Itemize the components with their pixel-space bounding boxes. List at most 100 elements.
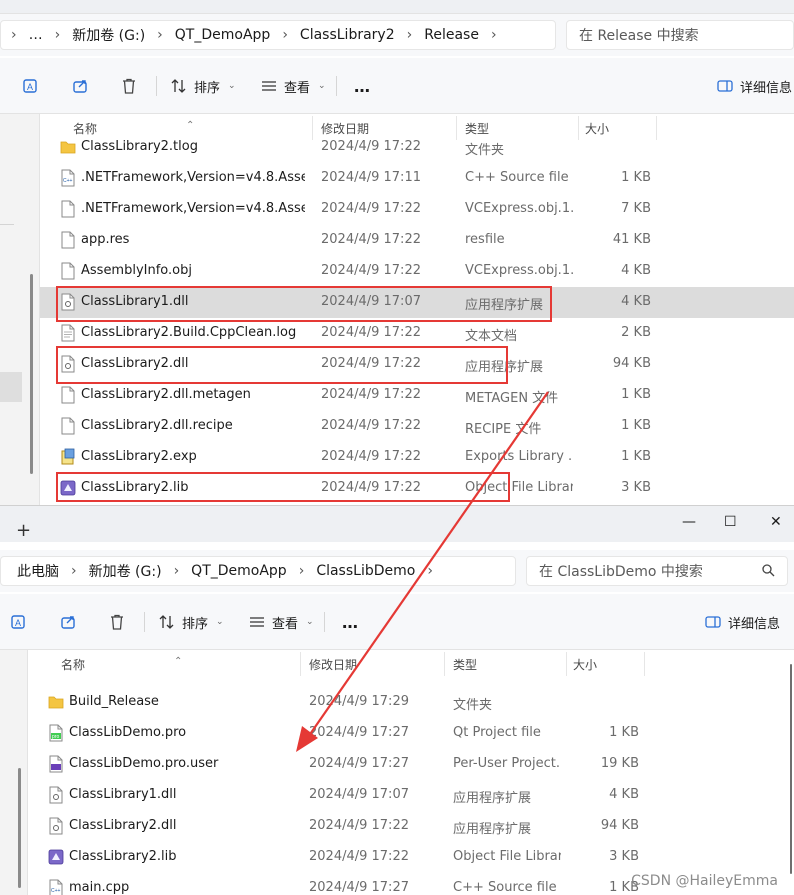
file-type: C++ Source file	[453, 880, 557, 895]
file-row[interactable]: ClassLibrary1.dll 2024/4/9 17:07 应用程序扩展 4 K…	[40, 287, 794, 318]
breadcrumb[interactable]: 此电脑 › 新加卷 (G:) › QT_DemoApp › ClassLibDe…	[0, 556, 516, 586]
file-row[interactable]: app.res 2024/4/9 17:22 resfile 41 KB	[40, 225, 794, 256]
sort-button[interactable]: 排序 ⌄	[170, 74, 236, 98]
rename-button[interactable]: A	[10, 610, 28, 634]
nav-scrollbar[interactable]	[18, 768, 21, 888]
file-type: 文件夹	[465, 143, 505, 158]
file-name: ClassLibrary2.dll.recipe	[81, 418, 233, 433]
file-type: 文本文档	[465, 329, 518, 344]
navigation-pane[interactable]	[0, 114, 40, 505]
breadcrumb[interactable]: › … › 新加卷 (G:) › QT_DemoApp › ClassLibra…	[0, 20, 556, 50]
file-modified: 2024/4/9 17:22	[321, 325, 421, 340]
chevron-right-icon: ›	[11, 27, 17, 43]
text-file-icon	[60, 324, 76, 342]
file-row[interactable]: ClassLibrary2.Build.CppClean.log 2024/4/9…	[40, 318, 794, 349]
file-row[interactable]: ClassLibrary2.tlog 2024/4/9 17:22 文件夹	[40, 132, 794, 163]
file-row[interactable]: Build_Release 2024/4/9 17:29 文件夹	[28, 687, 794, 718]
share-button[interactable]	[60, 610, 78, 634]
svg-text:A: A	[15, 618, 21, 628]
address-bar: › … › 新加卷 (G:) › QT_DemoApp › ClassLibra…	[0, 14, 794, 56]
list-scrollbar[interactable]	[790, 664, 792, 874]
search-input[interactable]: 在 ClassLibDemo 中搜索	[526, 556, 788, 586]
delete-button[interactable]	[120, 74, 138, 98]
column-name[interactable]: 名称	[61, 656, 85, 673]
breadcrumb-drive[interactable]: 新加卷 (G:)	[79, 561, 172, 581]
file-size: 1 KB	[621, 387, 651, 402]
column-divider	[644, 652, 645, 676]
svg-text:pro: pro	[52, 734, 59, 740]
title-strip	[0, 0, 794, 14]
file-row[interactable]: ClassLibDemo.pro.user 2024/4/9 17:27 Per-U…	[28, 749, 794, 780]
navigation-pane[interactable]	[0, 650, 28, 895]
breadcrumb-release[interactable]: Release	[414, 27, 489, 43]
file-modified: 2024/4/9 17:11	[321, 170, 421, 185]
file-row[interactable]: AssemblyInfo.obj 2024/4/9 17:22 VCExpress.…	[40, 256, 794, 287]
file-list: 名称 ⌃ 修改日期 类型 大小 ClassLibrary2.tlog 2024/4…	[40, 114, 794, 505]
file-row[interactable]: ClassLibrary2.dll 2024/4/9 17:22 应用程序扩展 94 …	[40, 349, 794, 380]
file-modified: 2024/4/9 17:22	[321, 418, 421, 433]
lib-file-icon	[48, 848, 64, 866]
minimize-button[interactable]: —	[682, 514, 696, 530]
breadcrumb-overflow[interactable]: …	[19, 27, 53, 43]
command-bar: A 排序 ⌄ 查看 ⌄ … 详细信息	[0, 58, 794, 114]
new-tab-button[interactable]: +	[16, 520, 31, 541]
file-row[interactable]: C++ .NETFramework,Version=v4.8.Assem... 20…	[40, 163, 794, 194]
column-size[interactable]: 大小	[573, 656, 597, 673]
rename-button[interactable]: A	[22, 74, 40, 98]
file-size: 41 KB	[612, 232, 651, 247]
share-button[interactable]	[72, 74, 90, 98]
file-row[interactable]: ClassLibrary2.dll.metagen 2024/4/9 17:22 M…	[40, 380, 794, 411]
dll-file-icon	[48, 817, 64, 835]
view-icon	[250, 617, 264, 627]
file-size: 4 KB	[621, 294, 651, 309]
file-modified: 2024/4/9 17:27	[309, 725, 409, 740]
trash-icon	[123, 78, 135, 94]
column-modified[interactable]: 修改日期	[309, 656, 357, 673]
address-bar: 此电脑 › 新加卷 (G:) › QT_DemoApp › ClassLibDe…	[0, 550, 794, 592]
breadcrumb-classlibdemo[interactable]: ClassLibDemo	[306, 563, 425, 579]
file-name: ClassLibDemo.pro	[69, 725, 187, 740]
more-options-button[interactable]: …	[342, 610, 358, 634]
file-row[interactable]: pro ClassLibDemo.pro 2024/4/9 17:27 Qt Proj…	[28, 718, 794, 749]
view-button[interactable]: 查看 ⌄	[248, 610, 314, 634]
breadcrumb-qt-demoapp[interactable]: QT_DemoApp	[181, 563, 297, 579]
file-size: 1 KB	[621, 170, 651, 185]
file-name: ClassLibrary2.exp	[81, 449, 197, 464]
share-icon	[61, 616, 75, 629]
file-row[interactable]: .NETFramework,Version=v4.8.Assem... 2024/…	[40, 194, 794, 225]
maximize-button[interactable]: ☐	[724, 514, 737, 530]
file-row[interactable]: ClassLibrary2.lib 2024/4/9 17:22 Object Fi…	[28, 842, 794, 873]
nav-scrollbar[interactable]	[30, 274, 33, 474]
file-modified: 2024/4/9 17:22	[321, 232, 421, 247]
sort-button[interactable]: 排序 ⌄	[158, 610, 224, 634]
svg-text:C++: C++	[63, 178, 73, 184]
details-pane-button[interactable]: 详细信息	[716, 74, 792, 98]
file-size: 1 KB	[609, 725, 639, 740]
file-row[interactable]: ClassLibrary1.dll 2024/4/9 17:07 应用程序扩展 4 K…	[28, 780, 794, 811]
file-list: 名称 ⌃ 修改日期 类型 大小 Build_Release 2024/4/9 17…	[28, 650, 794, 895]
file-row[interactable]: ClassLibrary2.dll 2024/4/9 17:22 应用程序扩展 94 …	[28, 811, 794, 842]
search-input[interactable]: 在 Release 中搜索	[566, 20, 794, 50]
breadcrumb-this-pc[interactable]: 此电脑	[1, 561, 69, 581]
more-options-button[interactable]: …	[354, 74, 370, 98]
chevron-right-icon: ›	[173, 563, 180, 579]
file-row[interactable]: ClassLibrary2.exp 2024/4/9 17:22 Exports L…	[40, 442, 794, 473]
close-button[interactable]: ✕	[770, 514, 782, 530]
file-name: AssemblyInfo.obj	[81, 263, 192, 278]
column-type[interactable]: 类型	[453, 656, 477, 673]
nav-selected-item[interactable]	[0, 372, 22, 402]
breadcrumb-drive[interactable]: 新加卷 (G:)	[62, 25, 155, 45]
details-pane-button[interactable]: 详细信息	[704, 610, 780, 634]
breadcrumb-classlibrary2[interactable]: ClassLibrary2	[290, 27, 405, 43]
file-icon	[60, 231, 76, 249]
delete-button[interactable]	[108, 610, 126, 634]
qt-pro-file-icon: pro	[48, 724, 64, 742]
file-row[interactable]: ClassLibrary2.lib 2024/4/9 17:22 Object Fi…	[40, 473, 794, 504]
view-label: 查看	[272, 616, 299, 632]
view-icon	[262, 81, 276, 91]
file-row[interactable]: ClassLibrary2.dll.recipe 2024/4/9 17:22 RE…	[40, 411, 794, 442]
toolbar-divider	[144, 612, 145, 632]
view-button[interactable]: 查看 ⌄	[260, 74, 326, 98]
watermark: CSDN @HaileyEmma	[631, 873, 778, 889]
breadcrumb-qt-demoapp[interactable]: QT_DemoApp	[165, 27, 281, 43]
